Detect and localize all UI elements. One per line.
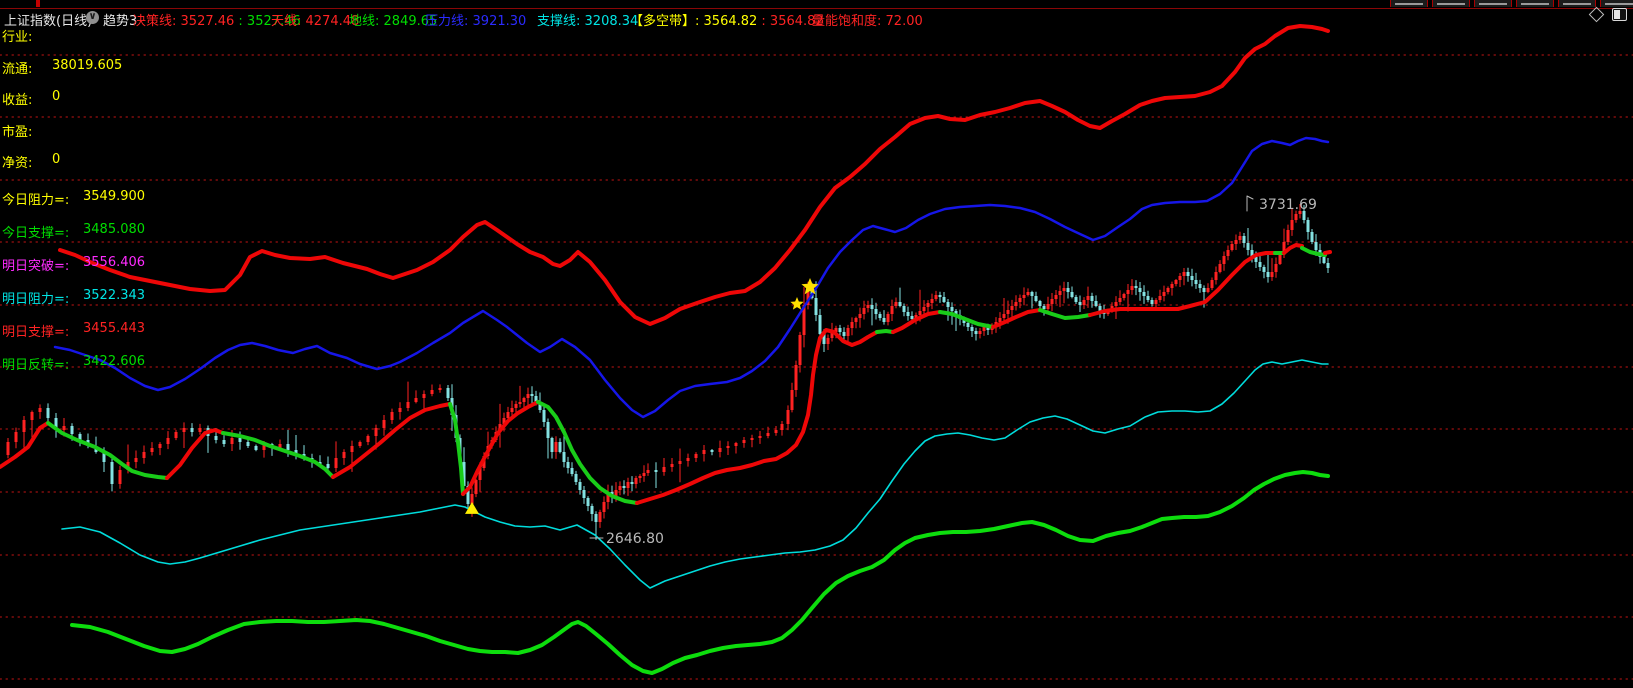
cropped-toolbar-button[interactable] — [1600, 0, 1633, 7]
cropped-toolbar-button[interactable] — [1390, 0, 1428, 7]
info-row: 今日支撑=:3485.080 — [2, 222, 69, 241]
legend-item: 天线: 4274.48 — [271, 10, 359, 29]
legend-item: 量能饱和度: 72.00 — [812, 10, 923, 29]
svg-text:2646.80: 2646.80 — [606, 531, 664, 547]
stock-chart-window: 上证指数(日线) ∨ 趋势3 决策线: 3527.46 : 3527.46天线:… — [0, 0, 1633, 688]
window-controls — [1591, 8, 1627, 21]
cropped-toolbar-button[interactable] — [1516, 0, 1554, 7]
info-row: 明日阻力=:3522.343 — [2, 288, 69, 307]
info-row: 明日突破=:3556.406 — [2, 255, 69, 274]
toolbar-red-mark — [36, 0, 40, 7]
diamond-icon[interactable] — [1589, 7, 1605, 23]
info-row: 流通:38019.605 — [2, 58, 32, 77]
info-row: 明日反转=:3422.606 — [2, 354, 69, 373]
info-row: 净资:0 — [2, 152, 32, 171]
cropped-toolbar-button[interactable] — [1432, 0, 1470, 7]
split-window-icon[interactable] — [1612, 8, 1627, 21]
info-row: 明日支撑=:3455.443 — [2, 321, 69, 340]
info-row: 今日阻力=:3549.900 — [2, 189, 69, 208]
cropped-toolbar-button[interactable] — [1474, 0, 1512, 7]
cropped-toolbar-button[interactable] — [1558, 0, 1596, 7]
chevron-down-icon[interactable]: ∨ — [86, 11, 99, 24]
chart-header: 上证指数(日线) ∨ 趋势3 决策线: 3527.46 : 3527.46天线:… — [0, 8, 1633, 27]
info-row: 行业: — [2, 26, 32, 45]
chart-canvas[interactable]: 3731.69 2646.80 — [0, 0, 1633, 688]
legend-item: 【多空带】: 3564.82 : 3564.82 — [630, 10, 824, 29]
svg-text:3731.69: 3731.69 — [1259, 197, 1317, 213]
info-row: 市盈: — [2, 121, 32, 140]
info-row: 收益:0 — [2, 89, 32, 108]
legend-item: 压力线: 3921.30 — [425, 10, 526, 29]
legend-item: 支撑线: 3208.34 — [537, 10, 638, 29]
